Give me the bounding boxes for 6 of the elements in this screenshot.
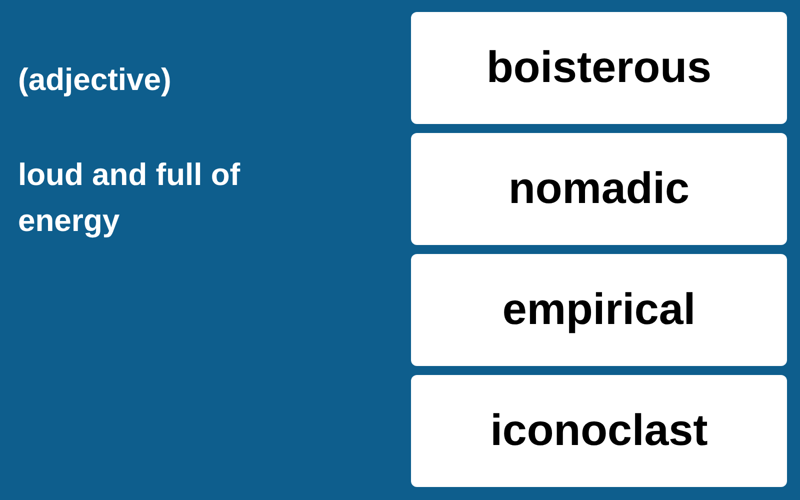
answer-button[interactable]: empirical (411, 254, 787, 366)
answer-button[interactable]: boisterous (411, 12, 787, 124)
answer-button[interactable]: iconoclast (411, 375, 787, 487)
part-of-speech: (adjective) (18, 61, 172, 99)
answer-button[interactable]: nomadic (411, 133, 787, 245)
definition: loud and full of energy (18, 156, 242, 240)
